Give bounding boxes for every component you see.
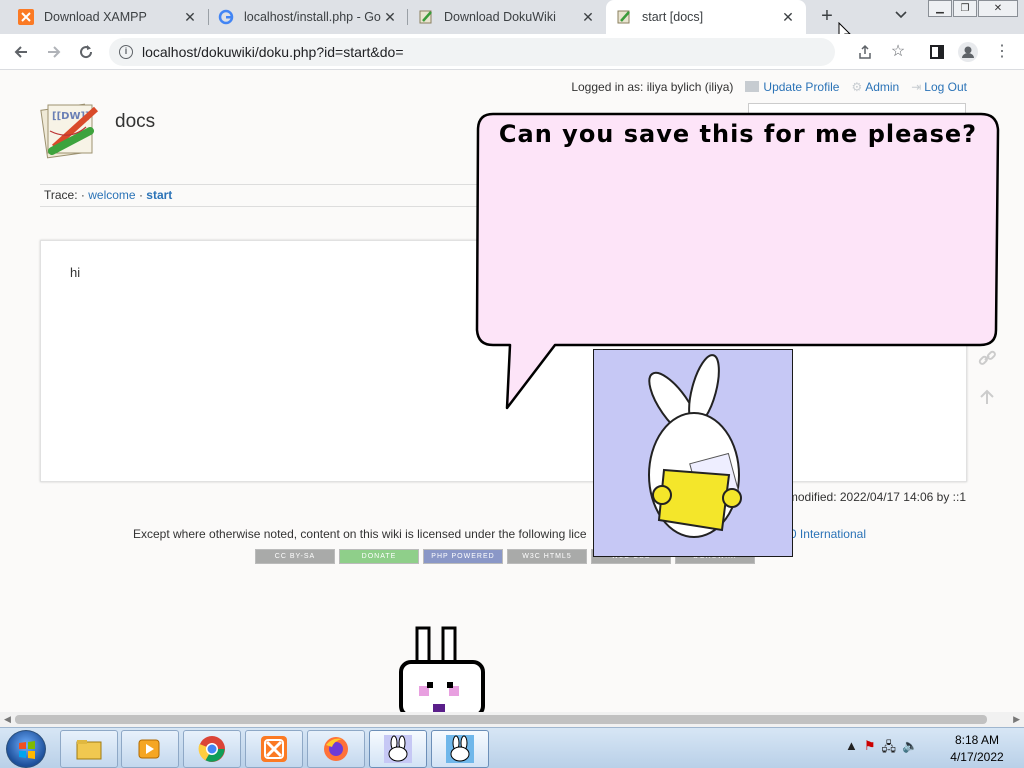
menu-kebab-icon[interactable]: ⋮: [992, 42, 1012, 62]
chrome-icon: [198, 736, 225, 762]
bunny-holding-folder-illustration: [648, 354, 742, 538]
tab-download-dokuwiki[interactable]: Download DokuWiki ✕: [408, 0, 606, 34]
site-info-icon[interactable]: i: [119, 45, 133, 59]
windows-taskbar: ▲ ⚑ 🖧 🔈 8:18 AM 4/17/2022: [0, 727, 1024, 768]
new-tab-button[interactable]: +: [815, 5, 839, 29]
bunny-app-icon: [384, 735, 412, 763]
taskbar-chrome[interactable]: [183, 730, 241, 768]
bunny-app-icon: [446, 735, 474, 763]
trace-label: Trace:: [44, 188, 78, 202]
gear-icon: ⚙: [851, 80, 863, 94]
xampp-icon: [18, 9, 34, 25]
update-profile-link[interactable]: Update Profile: [763, 80, 839, 94]
side-panel-icon[interactable]: [927, 42, 947, 62]
scroll-right-icon[interactable]: ▶: [1013, 714, 1020, 725]
dokuwiki-icon: [616, 9, 632, 25]
last-modified: modified: 2022/04/17 14:06 by ::1: [787, 490, 966, 504]
volume-icon[interactable]: 🔈: [902, 738, 918, 760]
tab-title: Download XAMPP: [44, 10, 147, 24]
taskbar-explorer[interactable]: [60, 730, 118, 768]
bookmark-star-icon[interactable]: ☆: [888, 42, 908, 62]
admin-link[interactable]: Admin: [865, 80, 899, 94]
tab-download-xampp[interactable]: Download XAMPP ✕: [8, 0, 208, 34]
clock-time: 8:18 AM: [954, 733, 1000, 747]
site-title[interactable]: docs: [115, 111, 155, 133]
bunny-folder-sticker[interactable]: [593, 349, 793, 557]
back-button[interactable]: [9, 40, 33, 64]
content-text: hi: [70, 265, 81, 280]
horizontal-scrollbar[interactable]: ◀ ▶: [0, 712, 1024, 727]
tab-start-docs[interactable]: start [docs] ✕: [606, 0, 806, 34]
dokuwiki-logo[interactable]: [[DW]]: [40, 97, 104, 161]
url-text: localhost/dokuwiki/doku.php?id=start&do=: [142, 44, 404, 60]
restore-button[interactable]: ❐: [953, 0, 977, 17]
start-button[interactable]: [6, 730, 46, 768]
tab-search-button[interactable]: [895, 8, 907, 22]
share-icon[interactable]: [855, 42, 875, 62]
license-link[interactable]: .0 International: [787, 527, 866, 541]
tab-title: localhost/install.php - Go: [244, 10, 381, 24]
close-tab-icon[interactable]: ✕: [780, 9, 796, 26]
license-text: Except where otherwise noted, content on…: [133, 527, 587, 541]
forward-button[interactable]: [42, 40, 66, 64]
network-icon[interactable]: 🖧: [882, 738, 897, 760]
scroll-left-icon[interactable]: ◀: [4, 714, 11, 725]
system-tray: ▲ ⚑ 🖧 🔈: [845, 738, 918, 760]
action-center-flag-icon[interactable]: ⚑: [864, 738, 876, 760]
logout-icon: ⇥: [911, 80, 922, 94]
clock-date: 4/17/2022: [950, 750, 1004, 764]
taskbar-xampp[interactable]: [245, 730, 303, 768]
tab-install-php[interactable]: localhost/install.php - Go ✕: [208, 0, 408, 34]
trace-separator: ·: [138, 188, 143, 202]
taskbar-clock[interactable]: 8:18 AM 4/17/2022: [940, 732, 1014, 766]
show-hidden-icons-icon[interactable]: ▲: [845, 738, 858, 760]
taskbar-bunny-app[interactable]: [369, 730, 427, 768]
taskbar-bunny-app-2[interactable]: [431, 730, 489, 768]
tab-title: start [docs]: [642, 10, 704, 24]
reload-button[interactable]: [74, 40, 98, 64]
logged-in-label: Logged in as: iliya bylich (iliya): [571, 80, 734, 94]
trace-separator: ·: [80, 188, 85, 202]
pixel-bunny-mascot[interactable]: [397, 622, 487, 714]
breadcrumb: Trace: · welcome · start: [44, 188, 172, 202]
taskbar-media-player[interactable]: [121, 730, 179, 768]
close-tab-icon[interactable]: ✕: [580, 9, 596, 26]
logout-link[interactable]: Log Out: [924, 80, 967, 94]
close-window-button[interactable]: ✕: [978, 0, 1018, 17]
speech-bubble-text: Can you save this for me please?: [498, 120, 978, 148]
dokuwiki-icon: [418, 9, 434, 25]
scrollbar-thumb[interactable]: [15, 715, 987, 724]
address-bar[interactable]: i localhost/dokuwiki/doku.php?id=start&d…: [109, 38, 835, 66]
close-tab-icon[interactable]: ✕: [382, 9, 398, 26]
tab-title: Download DokuWiki: [444, 10, 556, 24]
breadcrumb-item-welcome[interactable]: welcome: [88, 188, 135, 202]
xampp-icon: [261, 736, 287, 762]
user-tools: Logged in as: iliya bylich (iliya) Updat…: [571, 80, 967, 94]
folder-icon: [76, 740, 102, 760]
badge-donate[interactable]: DONATE: [339, 549, 419, 564]
close-tab-icon[interactable]: ✕: [182, 9, 198, 26]
breadcrumb-item-start[interactable]: start: [146, 188, 172, 202]
tab-strip: Download XAMPP ✕ localhost/install.php -…: [0, 0, 1024, 43]
browser-toolbar: i localhost/dokuwiki/doku.php?id=start&d…: [0, 34, 1024, 70]
media-player-icon: [138, 739, 160, 759]
google-icon: [218, 9, 234, 25]
firefox-icon: [324, 737, 348, 761]
profile-card-icon: [745, 81, 760, 92]
badge-php[interactable]: PHP POWERED: [423, 549, 503, 564]
badge-html5[interactable]: W3C HTML5: [507, 549, 587, 564]
minimize-button[interactable]: ▁: [928, 0, 952, 17]
taskbar-firefox[interactable]: [307, 730, 365, 768]
badge-cc-by-sa[interactable]: CC BY-SA: [255, 549, 335, 564]
profile-avatar-icon[interactable]: [958, 42, 978, 62]
